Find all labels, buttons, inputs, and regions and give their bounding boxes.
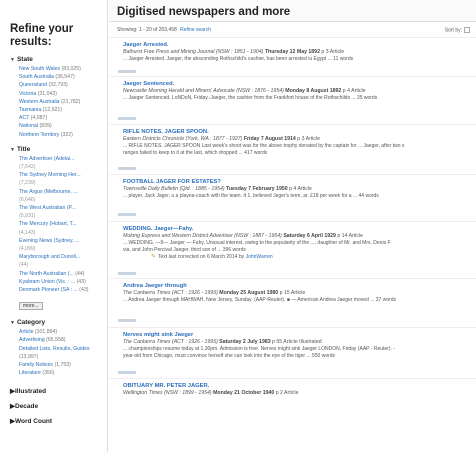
result-title[interactable]: Jaeger Arrested. xyxy=(123,41,476,49)
triangle-down-icon: ▼ xyxy=(10,57,15,63)
result-item: OBITUARY MR. PETER JAGER. Wellington Tim… xyxy=(109,379,476,409)
result-item: Andrea Jaeger through The Canberra Times… xyxy=(109,279,476,328)
result-source: The Canberra Times (ACT : 1926 - 1995) M… xyxy=(123,290,306,296)
result-thumbnail[interactable] xyxy=(118,272,136,275)
result-snippet: ... RIFLE NOTES. JAGER SPOON Last week's… xyxy=(123,143,405,149)
sort-by: Sort by: xyxy=(445,27,470,33)
result-item: Nerves might sink Jaeger The Canberra Ti… xyxy=(109,328,476,379)
result-snippet: ... Jaeger Sentenced. LoNDoN, Friday.-Ja… xyxy=(123,95,378,101)
result-snippet-cont: ranges failed to keep to it at the last,… xyxy=(123,149,268,156)
refine-search-link[interactable]: Refine search xyxy=(180,27,211,33)
result-thumbnail[interactable] xyxy=(118,117,136,120)
facet-item[interactable]: The North Australian (... (44) xyxy=(19,270,101,278)
result-thumbnail[interactable] xyxy=(118,213,136,216)
facet-item[interactable]: Victoria (31,043) xyxy=(19,90,101,98)
page-title: Digitised newspapers and more xyxy=(117,6,291,18)
result-thumbnail[interactable] xyxy=(118,319,136,322)
facet-item[interactable]: Maryborough and Dunoll... xyxy=(19,253,101,261)
facet-item[interactable]: New South Wales (83,025) xyxy=(19,65,101,73)
facet-item[interactable]: ACT (4,087) xyxy=(19,114,101,122)
facet-state-header[interactable]: ▼ State xyxy=(10,55,101,65)
result-snippet: ... WEDDING. —9— Jaeger — Fahy. Unusual … xyxy=(123,240,391,246)
result-source: Newcastle Morning Herald and Miners' Adv… xyxy=(123,88,366,94)
facet-item[interactable]: National (839) xyxy=(19,122,101,130)
result-title[interactable]: OBITUARY MR. PETER JAGER. xyxy=(123,382,476,390)
result-source: The Canberra Times (ACT : 1926 - 1995) S… xyxy=(123,339,322,345)
result-title[interactable]: Nerves might sink Jaeger xyxy=(123,331,476,339)
result-title[interactable]: WEDDING. Jaeger—Fahy. xyxy=(123,225,476,233)
facet-category-header[interactable]: ▼ Category xyxy=(10,318,101,328)
result-thumbnail[interactable] xyxy=(118,167,136,170)
facet-count: (5,931) xyxy=(19,213,36,220)
facet-item[interactable]: The Argus (Melbourne, ... xyxy=(19,188,101,196)
facet-count: (6,646) xyxy=(19,196,36,203)
facet-item[interactable]: Literature (356) xyxy=(19,369,101,377)
result-snippet-cont: via, and John Percival Jaeger, third son… xyxy=(123,246,246,253)
result-source: Wellington Times (NSW : 1899 - 1954) Mon… xyxy=(123,390,299,396)
facet-count: (7,239) xyxy=(19,180,36,187)
result-item: Jaeger Sentenced. Newcastle Morning Hera… xyxy=(109,77,476,125)
result-title[interactable]: FOOTBALL JAGER FOR ESTATES? xyxy=(123,178,476,186)
pencil-icon: ✎ xyxy=(151,253,157,260)
results-panel: Digitised newspapers and more Showing: 1… xyxy=(109,0,476,452)
facet-item[interactable]: Kyabram Union (Vic. : ... (43) xyxy=(19,278,101,286)
result-thumbnail[interactable] xyxy=(118,371,136,374)
facet-item[interactable]: Advertising (65,558) xyxy=(19,336,101,344)
result-snippet: ... Jaeger Arrested. Jaeger, the abscond… xyxy=(123,56,354,62)
results-meta-bar: Showing: 1 - 20 of 203,458 Refine search… xyxy=(109,22,476,38)
facet-item[interactable]: Family Notices (1,753) xyxy=(19,361,101,369)
result-snippet: ... player, Jack Jager, u a playea-coach… xyxy=(123,193,379,199)
triangle-down-icon: ▼ xyxy=(10,320,15,327)
result-item: WEDDING. Jaeger—Fahy. Molong Express and… xyxy=(109,222,476,279)
more-titles-button[interactable]: more... xyxy=(19,302,43,311)
result-item: RIFLE NOTES. JAGER SPOON. Eastern Distri… xyxy=(109,125,476,175)
result-source: Molong Express and Western District Adve… xyxy=(123,233,364,239)
facet-item[interactable]: Northern Territory (322) xyxy=(19,131,101,139)
result-item: FOOTBALL JAGER FOR ESTATES? Townsville D… xyxy=(109,175,476,222)
sort-select[interactable] xyxy=(464,27,470,33)
facet-state-list: New South Wales (83,025) South Australia… xyxy=(10,65,101,139)
result-title[interactable]: Jaeger Sentenced. xyxy=(123,80,476,88)
result-source: Eastern Districts Chronicle (York, WA : … xyxy=(123,136,321,142)
refine-sidebar: Refine your results: ▼ State New South Wa… xyxy=(0,0,108,452)
facet-item[interactable]: Detailed Lists, Results, Guides (13,997) xyxy=(19,345,99,361)
facet-item[interactable]: Tasmania (12,921) xyxy=(19,106,101,114)
facet-wordcount-header[interactable]: ▶Word Count xyxy=(10,417,101,426)
facet-item[interactable]: The Sydney Morning Her... xyxy=(19,171,101,179)
facet-item[interactable]: South Australia (36,547) xyxy=(19,73,101,81)
refine-heading: Refine your results: xyxy=(10,23,74,48)
facet-count: (44) xyxy=(19,262,29,269)
facet-illustrated-header[interactable]: ▶Illustrated xyxy=(10,387,101,396)
facet-item[interactable]: The West Australian (P... xyxy=(19,204,101,212)
facet-count: (4,099) xyxy=(19,246,36,253)
facet-item[interactable]: The Advertiser (Adelai... xyxy=(19,155,101,163)
result-snippet: ... championships resume today at 1.30pm… xyxy=(123,346,395,352)
facet-item[interactable]: Western Australia (21,782) xyxy=(19,98,101,106)
facet-item[interactable]: Queensland (32,793) xyxy=(19,81,101,89)
facet-decade-header[interactable]: ▶Decade xyxy=(10,402,101,411)
corrector-link[interactable]: JohnWarren xyxy=(246,254,273,260)
result-snippet-cont: year-old from Chicago, must convince her… xyxy=(123,352,336,359)
facet-title-header[interactable]: ▼ Title xyxy=(10,145,101,155)
facet-item[interactable]: The Mercury (Hobart, T... xyxy=(19,220,101,228)
facet-item[interactable]: Denmark Pioneer (SA : ... (43) xyxy=(19,286,101,294)
facet-count: (7,642) xyxy=(19,164,36,171)
facet-count: (4,143) xyxy=(19,229,36,236)
result-source: Bathurst Free Press and Mining Journal (… xyxy=(123,49,345,55)
facet-item[interactable]: Article (101,894) xyxy=(19,328,101,336)
page: Refine your results: ▼ State New South Wa… xyxy=(0,0,476,452)
showing-count: Showing: 1 - 20 of 203,458 xyxy=(117,27,177,33)
result-thumbnail[interactable] xyxy=(118,70,136,73)
result-title[interactable]: Andrea Jaeger through xyxy=(123,282,476,290)
facet-item[interactable]: Evening News (Sydney, ... xyxy=(19,237,101,245)
correction-note: ✎ Text last corrected on 6 March 2014 by … xyxy=(151,253,273,260)
facet-title-list: The Advertiser (Adelai... (7,642) The Sy… xyxy=(10,155,101,294)
facet-category-list: Article (101,894) Advertising (65,558) D… xyxy=(10,328,101,377)
result-source: Townsville Daily Bulletin (Qld. : 1885 -… xyxy=(123,186,312,192)
result-item: Jaeger Arrested. Bathurst Free Press and… xyxy=(109,38,476,77)
results-header: Digitised newspapers and more xyxy=(109,0,476,22)
result-title[interactable]: RIFLE NOTES. JAGER SPOON. xyxy=(123,128,476,136)
result-snippet: ... Andrea Jaeger through MAHWAH, New Je… xyxy=(123,297,397,303)
triangle-down-icon: ▼ xyxy=(10,146,15,153)
